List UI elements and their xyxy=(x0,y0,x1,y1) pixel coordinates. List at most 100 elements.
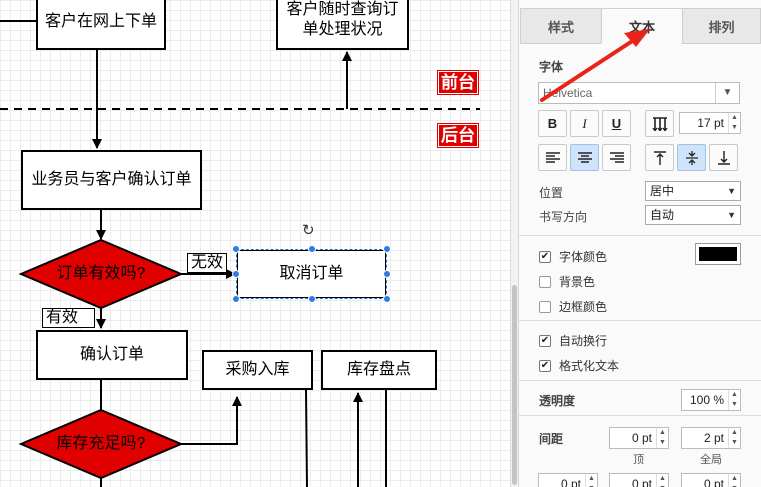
divider xyxy=(519,380,761,381)
checkbox-label: 背景色 xyxy=(559,275,596,289)
bold-button[interactable]: B xyxy=(538,110,567,137)
node-label: 客户在网上下单 xyxy=(44,13,157,30)
font-color-swatch[interactable] xyxy=(695,243,741,265)
font-family-select[interactable]: Helvetica ▼ xyxy=(538,82,740,104)
resize-handle[interactable] xyxy=(232,245,240,253)
vertical-text-icon xyxy=(652,116,667,131)
resize-handle[interactable] xyxy=(308,245,316,253)
spacing-global-stepper[interactable]: 2 pt ▲ ▼ xyxy=(681,427,741,449)
align-middle-icon xyxy=(685,150,698,165)
rotate-handle-icon[interactable]: ↻ xyxy=(302,221,315,239)
direction-select[interactable]: 自动 ▼ xyxy=(645,205,741,225)
checkbox-label: 格式化文本 xyxy=(559,359,620,373)
scrollbar-thumb[interactable] xyxy=(512,285,517,485)
diagram-canvas[interactable]: 客户在网上下单 客户随时查询订 单处理状况 业务员与客户确认订单 订单有效吗? … xyxy=(0,0,512,487)
node-customer-order[interactable]: 客户在网上下单 xyxy=(36,0,166,50)
checkbox-unchecked-icon[interactable] xyxy=(539,300,551,313)
opacity-stepper[interactable]: 100 % ▲ ▼ xyxy=(681,389,741,411)
node-confirm-with-customer[interactable]: 业务员与客户确认订单 xyxy=(21,150,202,210)
opacity-label: 透明度 xyxy=(539,394,576,408)
decision-label-order-valid: 订单有效吗? xyxy=(56,265,146,282)
vertical-text-button[interactable] xyxy=(645,110,674,137)
align-left-icon xyxy=(545,151,560,163)
word-wrap-checkbox[interactable]: ✔ 自动换行 xyxy=(539,332,607,349)
position-value: 居中 xyxy=(650,184,675,198)
font-family-value: Helvetica xyxy=(543,86,593,100)
node-customer-query[interactable]: 客户随时查询订 单处理状况 xyxy=(276,0,409,50)
spacing-top-value: 0 pt xyxy=(631,431,652,445)
align-bottom-icon xyxy=(717,150,730,165)
stepper-arrows-icon[interactable]: ▲▼ xyxy=(728,113,740,133)
stepper-arrows-icon[interactable]: ▲▼ xyxy=(656,474,668,487)
color-fill xyxy=(699,247,737,261)
chevron-down-icon[interactable]: ▼ xyxy=(715,83,739,103)
tab-style[interactable]: 样式 xyxy=(520,8,602,44)
align-middle-button[interactable] xyxy=(677,144,706,171)
decision-label-stock: 库存充足吗? xyxy=(56,435,146,452)
align-bottom-button[interactable] xyxy=(709,144,738,171)
divider xyxy=(519,320,761,321)
node-label: 采购入库 xyxy=(225,361,290,378)
position-label: 位置 xyxy=(539,186,564,200)
direction-label: 书写方向 xyxy=(539,210,588,224)
tag-back[interactable]: 后台 xyxy=(437,123,479,148)
font-size-stepper[interactable]: 17 pt ▲ ▼ xyxy=(679,112,741,134)
stepper-arrows-icon[interactable]: ▲▼ xyxy=(656,428,668,448)
align-top-icon xyxy=(653,150,666,165)
stepper-arrows-icon[interactable]: ▲▼ xyxy=(728,390,740,410)
node-purchase-in[interactable]: 采购入库 xyxy=(202,350,313,390)
tab-text[interactable]: 文本 xyxy=(601,8,683,44)
spacing-global-caption: 全局 xyxy=(700,454,722,466)
italic-button[interactable]: I xyxy=(570,110,599,137)
node-confirm-order[interactable]: 确认订单 xyxy=(36,330,188,380)
resize-handle[interactable] xyxy=(383,295,391,303)
underline-button[interactable]: U xyxy=(602,110,631,137)
connector-arrow xyxy=(181,396,242,445)
align-top-button[interactable] xyxy=(645,144,674,171)
stepper-arrows-icon[interactable]: ▲▼ xyxy=(585,474,597,487)
checkbox-label: 字体颜色 xyxy=(559,250,608,264)
canvas-scrollbar[interactable] xyxy=(510,0,518,487)
tab-arrange[interactable]: 排列 xyxy=(682,8,761,44)
align-left-button[interactable] xyxy=(538,144,567,171)
edge-label-invalid[interactable]: 无效 xyxy=(187,253,228,273)
spacing-left-stepper[interactable]: 0 pt ▲▼ xyxy=(538,473,598,487)
checkbox-checked-icon[interactable]: ✔ xyxy=(539,334,551,347)
spacing-right-stepper[interactable]: 0 pt ▲▼ xyxy=(681,473,741,487)
resize-handle[interactable] xyxy=(383,270,391,278)
border-color-checkbox[interactable]: 边框颜色 xyxy=(539,298,607,315)
stepper-arrows-icon[interactable]: ▲▼ xyxy=(728,428,740,448)
background-color-checkbox[interactable]: 背景色 xyxy=(539,273,595,290)
formatted-text-checkbox[interactable]: ✔ 格式化文本 xyxy=(539,357,619,374)
checkbox-unchecked-icon[interactable] xyxy=(539,275,551,288)
resize-handle[interactable] xyxy=(383,245,391,253)
spacing-global-value: 2 pt xyxy=(703,431,724,445)
spacing-top-caption: 顶 xyxy=(633,454,644,466)
spacing-bottom-stepper[interactable]: 0 pt ▲▼ xyxy=(609,473,669,487)
chevron-down-icon: ▼ xyxy=(727,186,736,196)
selection-outline xyxy=(236,249,387,299)
chevron-down-icon: ▼ xyxy=(727,210,736,220)
resize-handle[interactable] xyxy=(232,295,240,303)
position-select[interactable]: 居中 ▼ xyxy=(645,181,741,201)
align-right-icon xyxy=(609,151,624,163)
checkbox-checked-icon[interactable]: ✔ xyxy=(539,250,551,263)
spacing-left-value: 0 pt xyxy=(560,477,581,487)
opacity-value: 100 % xyxy=(689,393,724,407)
node-label: 库存盘点 xyxy=(346,361,411,378)
node-stock-check[interactable]: 库存盘点 xyxy=(321,350,437,390)
font-color-checkbox[interactable]: ✔ 字体颜色 xyxy=(539,248,607,265)
align-center-button[interactable] xyxy=(570,144,599,171)
spacing-top-stepper[interactable]: 0 pt ▲ ▼ xyxy=(609,427,669,449)
checkbox-label: 边框颜色 xyxy=(559,300,608,314)
resize-handle[interactable] xyxy=(308,295,316,303)
resize-handle[interactable] xyxy=(232,270,240,278)
tag-front[interactable]: 前台 xyxy=(437,70,479,95)
align-right-button[interactable] xyxy=(602,144,631,171)
stepper-arrows-icon[interactable]: ▲▼ xyxy=(728,474,740,487)
node-label: 业务员与客户确认订单 xyxy=(31,171,192,188)
align-center-icon xyxy=(577,151,592,163)
checkbox-checked-icon[interactable]: ✔ xyxy=(539,359,551,372)
checkbox-label: 自动换行 xyxy=(559,334,608,348)
edge-label-valid[interactable]: 有效 xyxy=(42,308,95,328)
